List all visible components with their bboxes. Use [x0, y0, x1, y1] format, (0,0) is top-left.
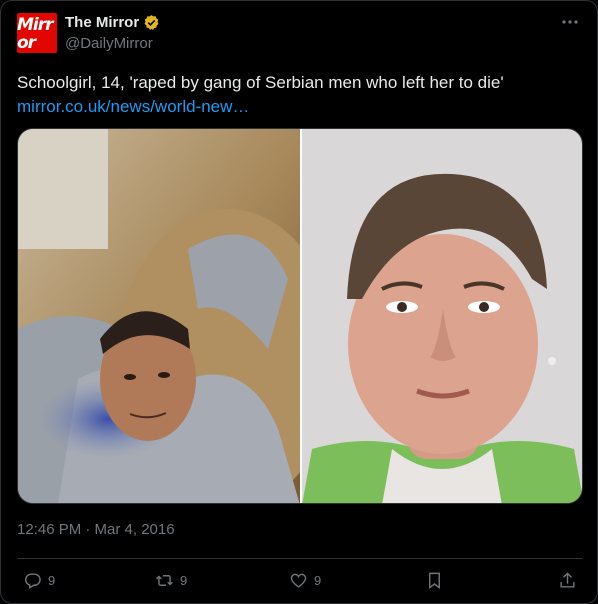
actions-divider — [17, 558, 583, 559]
tweet-media[interactable] — [17, 128, 583, 504]
tweet-timestamp[interactable]: 12:46 PM · Mar 4, 2016 — [17, 521, 175, 538]
bookmark-icon — [429, 572, 440, 590]
author-avatar[interactable]: Mirr or — [17, 13, 57, 53]
reply-icon — [24, 573, 41, 589]
more-dots-icon — [562, 20, 578, 24]
author-display-name[interactable]: The Mirror — [65, 14, 139, 31]
tweet-text: Schoolgirl, 14, 'raped by gang of Serbia… — [17, 73, 504, 92]
reply-count: 9 — [48, 573, 56, 588]
svg-text:or: or — [17, 33, 38, 53]
verified-badge-icon — [144, 15, 159, 30]
heart-icon — [290, 573, 307, 588]
retweet-icon — [156, 575, 173, 586]
svg-text:Mirr: Mirr — [17, 15, 55, 35]
tweet-card: Mirr or The Mirror @DailyMirror Schoolgi… — [0, 0, 598, 604]
reply-button[interactable]: 9 — [23, 571, 55, 590]
more-options-button[interactable] — [559, 11, 581, 33]
article-link[interactable]: mirror.co.uk/news/world-new… — [17, 95, 249, 118]
retweet-count: 9 — [180, 573, 188, 588]
author-handle[interactable]: @DailyMirror — [65, 35, 153, 52]
like-button[interactable]: 9 — [289, 571, 321, 590]
bookmark-button[interactable] — [425, 571, 444, 590]
like-count: 9 — [314, 573, 322, 588]
left-photo-selfie[interactable] — [18, 129, 300, 504]
share-button[interactable] — [558, 571, 577, 590]
retweet-button[interactable]: 9 — [155, 571, 187, 590]
author-name-row[interactable]: The Mirror — [65, 14, 160, 31]
right-photo-mugshot[interactable] — [302, 129, 583, 504]
mirror-logo: Mirr or — [17, 13, 57, 53]
share-icon — [560, 572, 575, 588]
